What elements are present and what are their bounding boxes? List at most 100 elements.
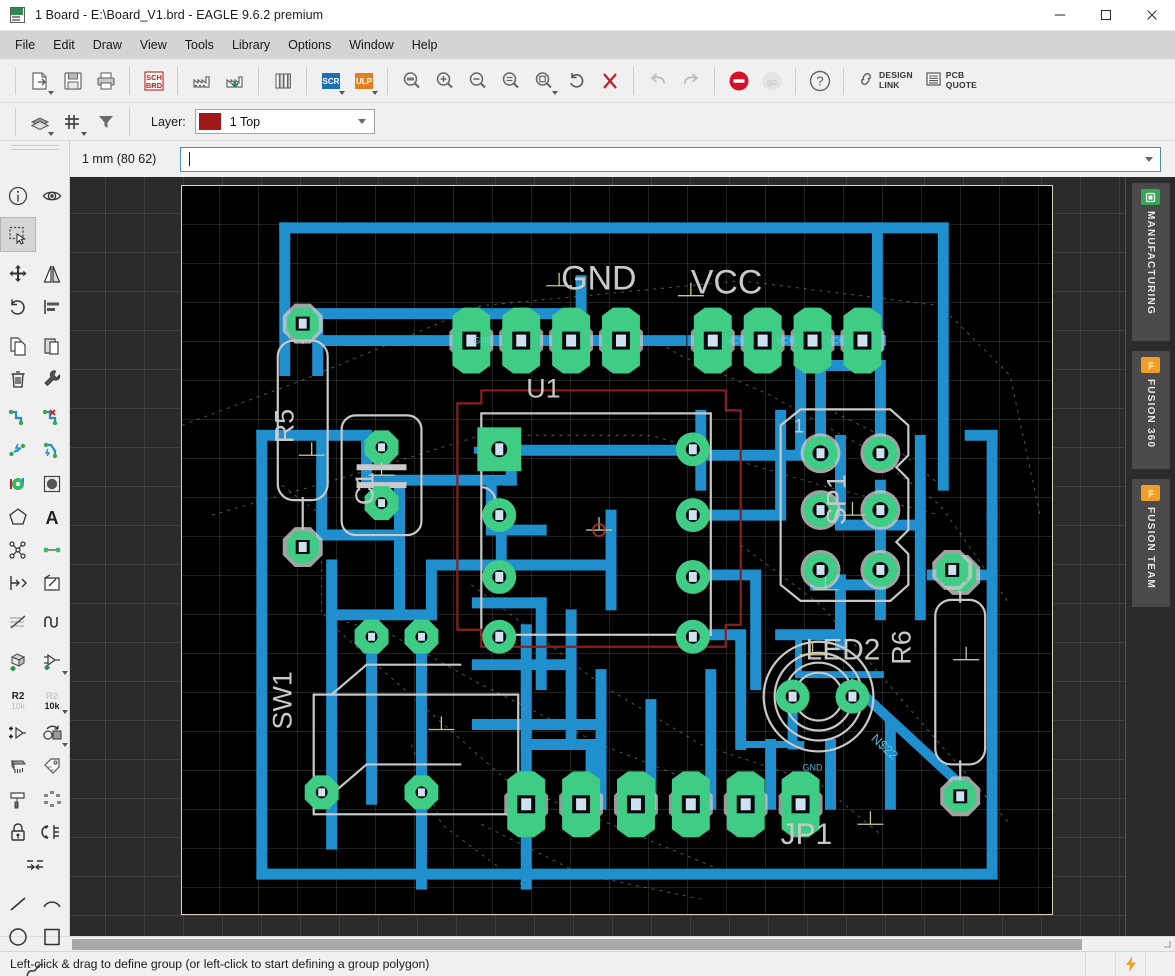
signal-wave-tool[interactable] — [35, 605, 69, 638]
circle-tool[interactable] — [1, 920, 35, 953]
menu-options[interactable]: Options — [279, 34, 340, 56]
cam-export-button[interactable] — [218, 65, 251, 97]
pcb-layout-drawing[interactable]: VCC VCC VCC GND GND N$22 GND VCC U1 R5 C… — [182, 186, 1052, 914]
group-tool[interactable] — [0, 217, 36, 252]
move-tool[interactable] — [1, 257, 35, 290]
miter-tool[interactable] — [35, 434, 69, 467]
chevron-down-icon[interactable] — [1145, 156, 1153, 162]
value-tool[interactable]: R2 10k — [35, 683, 69, 716]
menu-file[interactable]: File — [6, 34, 44, 56]
ripup-tool[interactable] — [35, 401, 69, 434]
svg-text:10k: 10k — [11, 701, 25, 711]
menu-window[interactable]: Window — [340, 34, 402, 56]
command-input[interactable] — [180, 146, 1161, 172]
zoom-out-button[interactable] — [461, 65, 494, 97]
manufacturing-button[interactable] — [185, 65, 218, 97]
undo-button[interactable] — [641, 65, 674, 97]
go-button[interactable]: go — [755, 65, 788, 97]
copy-tool[interactable] — [1, 329, 35, 362]
pcb-quote-button[interactable]: PCB QUOTE — [919, 65, 983, 97]
zoom-region-button[interactable] — [527, 65, 560, 97]
mirror-tool[interactable] — [35, 257, 69, 290]
menu-help[interactable]: Help — [403, 34, 447, 56]
ratsnest-tool[interactable] — [1, 533, 35, 566]
route-tool[interactable] — [1, 401, 35, 434]
rect-edit-tool[interactable] — [35, 566, 69, 599]
menu-edit[interactable]: Edit — [44, 34, 84, 56]
dock-tab-fusion360[interactable]: F FUSION 360 — [1131, 351, 1170, 469]
minimize-button[interactable] — [1037, 0, 1083, 31]
gnd-via-pad[interactable] — [932, 550, 973, 590]
print-button[interactable] — [89, 65, 122, 97]
lock-tool[interactable] — [1, 815, 35, 848]
change-tool[interactable] — [35, 362, 69, 395]
menu-tools[interactable]: Tools — [176, 34, 223, 56]
text-tool[interactable]: A — [35, 500, 69, 533]
layer-select[interactable]: 1 Top — [194, 109, 375, 134]
maximize-button[interactable] — [1083, 0, 1129, 31]
switch-to-schematic-button[interactable]: SCH BRD — [137, 65, 170, 97]
signal-tool[interactable] — [1, 566, 35, 599]
rectangle-tool[interactable] — [35, 920, 69, 953]
chevron-down-icon[interactable] — [357, 119, 366, 124]
paint-tool[interactable] — [1, 782, 35, 815]
stop-command-button[interactable] — [722, 65, 755, 97]
stop-button[interactable] — [593, 65, 626, 97]
pcb-canvas[interactable]: VCC VCC VCC GND GND N$22 GND VCC U1 R5 C… — [70, 177, 1125, 936]
swap-tool[interactable] — [35, 716, 69, 749]
autorouter-tool[interactable] — [1, 434, 35, 467]
u1-pads[interactable] — [477, 427, 710, 654]
pinswap-tool[interactable] — [35, 815, 69, 848]
design-link-label-2: LINK — [879, 79, 900, 90]
info-tool[interactable] — [1, 179, 35, 212]
dock-tab-fusionteam[interactable]: F FUSION TEAM — [1131, 479, 1170, 607]
text-cursor — [189, 152, 190, 166]
help-button[interactable]: ? — [803, 65, 836, 97]
paste-tool[interactable] — [35, 329, 69, 362]
redo-button[interactable] — [674, 65, 707, 97]
add-connector-tool[interactable] — [35, 644, 69, 677]
design-link-button[interactable]: DESIGN LINK — [851, 65, 919, 97]
scrollbar-thumb[interactable] — [72, 938, 1082, 950]
rotate-tool[interactable] — [1, 290, 35, 323]
horizontal-scrollbar[interactable] — [0, 936, 1175, 951]
name-tool[interactable]: R2 10k — [1, 683, 35, 716]
zoom-fit-button[interactable] — [395, 65, 428, 97]
open-file-button[interactable] — [23, 65, 56, 97]
lightning-bolt-indicator[interactable] — [1115, 951, 1145, 976]
menu-view[interactable]: View — [131, 34, 176, 56]
zoom-select-button[interactable] — [494, 65, 527, 97]
run-ulp-button[interactable]: ULP — [347, 65, 380, 97]
align-tool[interactable] — [35, 290, 69, 323]
wire-tool[interactable] — [35, 533, 69, 566]
via-tool[interactable] — [1, 467, 35, 500]
led2-pads[interactable] — [775, 679, 870, 714]
add-part-tool[interactable] — [1, 644, 35, 677]
meander-tool[interactable] — [1, 605, 35, 638]
spline-tool[interactable] — [18, 953, 52, 976]
polygon-fill-tool[interactable] — [35, 467, 69, 500]
dock-tab-manufacturing[interactable]: MANUFACTURING — [1131, 183, 1170, 341]
attribute-tool[interactable] — [35, 749, 69, 782]
library-button[interactable] — [266, 65, 299, 97]
delete-tool[interactable] — [1, 362, 35, 395]
line-tool[interactable] — [1, 887, 35, 920]
replace-tool[interactable] — [1, 716, 35, 749]
package-tool[interactable] — [1, 749, 35, 782]
close-button[interactable] — [1129, 0, 1175, 31]
arc-tool[interactable] — [35, 887, 69, 920]
smash-tool[interactable] — [35, 782, 69, 815]
run-script-button[interactable]: SCR — [314, 65, 347, 97]
show-tool[interactable] — [35, 179, 69, 212]
polygon-tool[interactable] — [1, 500, 35, 533]
save-button[interactable] — [56, 65, 89, 97]
menu-library[interactable]: Library — [223, 34, 279, 56]
grid-button[interactable] — [56, 106, 89, 138]
layers-display-button[interactable] — [23, 106, 56, 138]
canvas-viewport[interactable]: VCC VCC VCC GND GND N$22 GND VCC U1 R5 C… — [70, 177, 1125, 936]
dimension-tool[interactable] — [18, 848, 52, 881]
zoom-in-button[interactable] — [428, 65, 461, 97]
menu-draw[interactable]: Draw — [84, 34, 131, 56]
redraw-button[interactable] — [560, 65, 593, 97]
display-filter-button[interactable] — [89, 106, 122, 138]
